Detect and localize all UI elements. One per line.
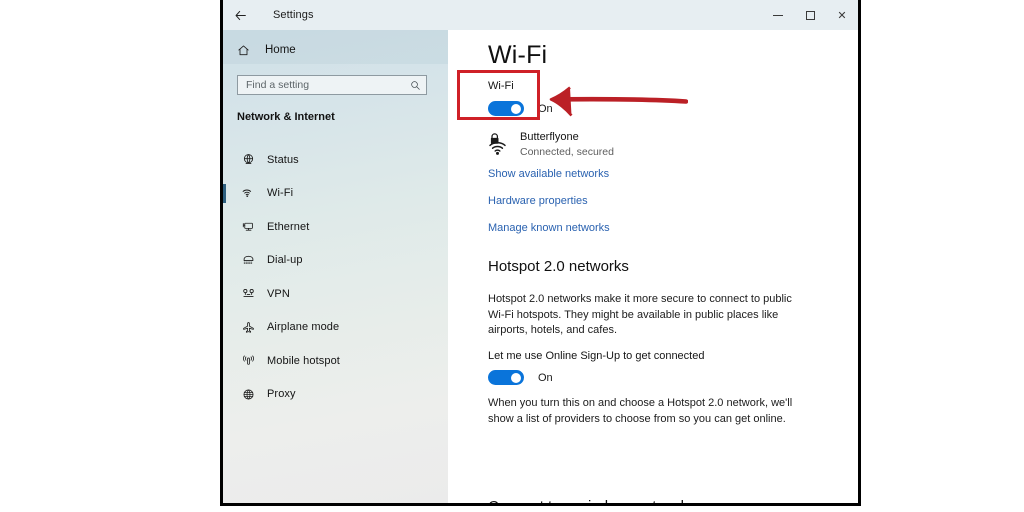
main-content: Wi-Fi Wi-Fi On: [448, 30, 858, 503]
network-status: Connected, secured: [520, 146, 614, 159]
online-signup-toggle-row: On: [488, 370, 553, 385]
airplane-icon: [237, 321, 259, 334]
mobile-hotspot-icon: [237, 354, 259, 367]
link-show-available-networks[interactable]: Show available networks: [488, 168, 609, 180]
ethernet-icon: [237, 220, 259, 233]
search-input[interactable]: [246, 79, 408, 91]
wifi-secured-icon: [488, 132, 516, 158]
sidebar-item-airplane-mode[interactable]: Airplane mode: [223, 311, 448, 345]
sidebar-item-mobile-hotspot[interactable]: Mobile hotspot: [223, 344, 448, 378]
sidebar-item-label: Proxy: [267, 388, 296, 400]
search-box-wrapper: [237, 75, 427, 95]
home-label: Home: [265, 44, 296, 56]
status-globe-icon: [237, 153, 259, 166]
wifi-toggle-state: On: [538, 103, 553, 115]
sidebar-item-label: Wi-Fi: [267, 187, 293, 199]
sidebar-item-ethernet[interactable]: Ethernet: [223, 210, 448, 244]
vpn-icon: [237, 287, 259, 300]
window-controls: ✕: [762, 0, 858, 30]
settings-window: Settings ✕: [220, 0, 861, 506]
online-signup-label: Let me use Online Sign-Up to get connect…: [488, 350, 704, 362]
back-arrow-icon[interactable]: [223, 0, 257, 30]
sidebar-item-wifi[interactable]: Wi-Fi: [223, 177, 448, 211]
sidebar-item-home[interactable]: Home: [223, 37, 448, 63]
title-bar-left: Settings: [223, 0, 314, 30]
dialup-icon: [237, 254, 259, 267]
screenshot-root: Settings ✕: [0, 0, 1024, 512]
sidebar-item-label: Airplane mode: [267, 321, 339, 333]
link-hardware-properties[interactable]: Hardware properties: [488, 195, 588, 207]
sidebar: Home Network & Internet: [223, 30, 448, 503]
wifi-toggle[interactable]: [488, 101, 524, 116]
maximize-button[interactable]: [794, 0, 826, 30]
sidebar-item-status[interactable]: Status: [223, 143, 448, 177]
sidebar-item-vpn[interactable]: VPN: [223, 277, 448, 311]
network-name: Butterflyone: [520, 131, 614, 144]
wifi-section-label: Wi-Fi: [488, 80, 553, 92]
sidebar-item-label: Dial-up: [267, 254, 303, 266]
search-box[interactable]: [237, 75, 427, 95]
sidebar-category-label: Network & Internet: [237, 111, 335, 123]
sidebar-item-label: VPN: [267, 288, 290, 300]
minimize-icon: [773, 15, 783, 16]
sidebar-item-dial-up[interactable]: Dial-up: [223, 244, 448, 278]
connect-wireless-heading: Connect to a wireless network: [488, 498, 688, 503]
sidebar-item-label: Status: [267, 154, 299, 166]
hotspot-note: When you turn this on and choose a Hotsp…: [488, 396, 808, 427]
close-button[interactable]: ✕: [826, 0, 858, 30]
sidebar-item-label: Ethernet: [267, 221, 309, 233]
toggle-knob: [511, 373, 521, 383]
search-icon: [408, 80, 422, 91]
sidebar-nav-list: Status Wi-Fi: [223, 143, 448, 411]
window-title: Settings: [273, 9, 314, 21]
minimize-button[interactable]: [762, 0, 794, 30]
maximize-icon: [806, 11, 815, 20]
proxy-globe-icon: [237, 388, 259, 401]
hotspot-description: Hotspot 2.0 networks make it more secure…: [488, 292, 810, 339]
sidebar-item-label: Mobile hotspot: [267, 355, 340, 367]
title-bar: Settings ✕: [223, 0, 858, 30]
wifi-toggle-section: Wi-Fi On: [488, 80, 553, 116]
toggle-knob: [511, 104, 521, 114]
home-icon: [237, 44, 261, 57]
online-signup-toggle[interactable]: [488, 370, 524, 385]
online-signup-toggle-state: On: [538, 372, 553, 384]
wifi-icon: [237, 186, 259, 200]
link-manage-known-networks[interactable]: Manage known networks: [488, 222, 610, 234]
hotspot-section-title: Hotspot 2.0 networks: [488, 258, 629, 275]
network-text-block: Butterflyone Connected, secured: [520, 131, 614, 159]
connected-network-row[interactable]: Butterflyone Connected, secured: [488, 131, 614, 159]
wifi-toggle-row: On: [488, 101, 553, 116]
page-title: Wi-Fi: [488, 41, 547, 70]
sidebar-item-proxy[interactable]: Proxy: [223, 378, 448, 412]
close-icon: ✕: [837, 9, 846, 22]
